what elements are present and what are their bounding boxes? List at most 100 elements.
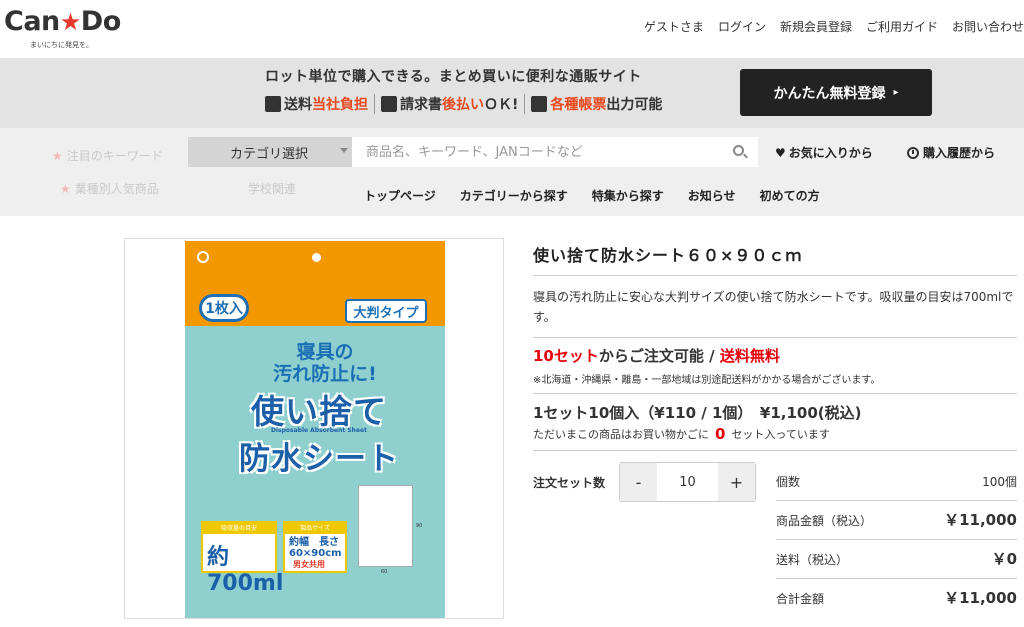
free-register-button[interactable]: かんたん無料登録 ▸ — [740, 69, 932, 116]
size-badge: 大判タイプ — [345, 299, 427, 323]
summary-value: ￥11,000 — [944, 511, 1017, 529]
nav-top-page[interactable]: トップページ — [364, 187, 436, 204]
count-badge: 1枚入 — [199, 294, 249, 322]
product-description: 寝具の汚れ防止に安心な大判サイズの使い捨て防水シートです。吸収量の目安は700m… — [533, 290, 1014, 324]
capacity-box: 吸収量の目安 約700ml — [201, 521, 283, 596]
package-subtitle-1: 寝具の — [296, 341, 354, 363]
main-nav: トップページ カテゴリーから探す 特集から探す お知らせ 初めての方 — [364, 187, 820, 204]
star-icon: ★ — [60, 182, 71, 196]
summary-row-quantity: 個数 100個 — [776, 462, 1017, 501]
logo-tagline: まいにちに発見を。 — [30, 41, 93, 49]
site-header: Can★Do まいにちに発見を。 ゲストさま ログイン 新規会員登録 ご利用ガイ… — [0, 0, 1024, 58]
package-illustration: 1枚入 大判タイプ 寝具の 汚れ防止に! 使い捨て Disposable Abs… — [185, 241, 445, 618]
document-icon — [531, 96, 548, 112]
guest-label: ゲストさま — [643, 20, 704, 34]
size-value-1: 約幅 長さ — [289, 537, 339, 548]
feature-forms-value: 出力可能 — [606, 97, 663, 113]
hang-hole — [312, 253, 321, 262]
package-subtitle: 寝具の 汚れ防止に! — [225, 341, 425, 385]
banner-features: 送料 当社負担 請求書 後払い ＯＫ! 各種帳票 出力可能 — [265, 94, 662, 114]
package-title-2: 防水シート — [239, 441, 399, 477]
cart-note-post: セット入っています — [731, 428, 830, 441]
nav-features[interactable]: 特集から探す — [592, 187, 664, 204]
search-input[interactable] — [352, 137, 758, 167]
logo-text-left: Can — [4, 6, 60, 37]
ghost-keyword-link: ★ 注目のキーワード — [52, 147, 163, 164]
feature-invoice-ok: ＯＫ! — [484, 97, 519, 113]
summary-row-shipping: 送料（税込） ￥0 — [776, 540, 1017, 579]
register-label: かんたん無料登録 — [773, 85, 886, 102]
nav-category[interactable]: カテゴリーから探す — [460, 187, 568, 204]
cart-count: 0 — [715, 425, 726, 443]
product-title: 使い捨て防水シート６０×９０ｃｍ — [533, 246, 803, 265]
free-shipping-label: 送料無料 — [719, 347, 780, 365]
feature-invoice-label: 請求書 — [400, 97, 442, 113]
summary-row-total: 合計金額 ￥11,000 — [776, 579, 1017, 618]
nav-news[interactable]: お知らせ — [688, 187, 736, 204]
site-logo[interactable]: Can★Do — [4, 6, 121, 37]
quantity-input[interactable] — [657, 463, 718, 501]
size-value-2: 60×90cm — [289, 548, 342, 559]
capacity-head: 吸収量の目安 — [203, 523, 275, 534]
summary-value: 100個 — [982, 475, 1017, 489]
nav-first-time[interactable]: 初めての方 — [760, 187, 820, 204]
shipping-note: ※北海道・沖縄県・離島・一部地域は別途配送料がかかる場合がございます。 — [533, 375, 881, 386]
sheet-diagram — [358, 485, 413, 567]
banner-headline: ロット単位で購入できる。まとめ買いに便利な通販サイト — [265, 69, 642, 85]
size-value: 約幅 長さ 60×90cm — [289, 537, 342, 559]
star-icon: ★ — [52, 149, 63, 163]
purchase-history-link[interactable]: 購入履歴から — [907, 144, 995, 161]
category-select-label: カテゴリ選択 — [230, 146, 309, 162]
logo-text-right: Do — [80, 6, 121, 37]
favorites-label: お気に入りから — [788, 146, 873, 160]
summary-value: ￥0 — [991, 550, 1017, 568]
search-bar: ★注目のキーワード ★業種別人気商品 学校関連 カテゴリ選択 ♥ お気に入りから… — [0, 128, 1024, 216]
top-nav: ゲストさま ログイン 新規会員登録 ご利用ガイド お問い合わせ — [644, 18, 1024, 35]
ghost-popular-link: ★ 業種別人気商品 — [60, 180, 159, 197]
caret-down-icon — [340, 148, 348, 153]
star-icon: ★ — [59, 8, 82, 36]
feature-shipping-value: 当社負担 — [312, 97, 368, 113]
divider — [533, 393, 1017, 394]
summary-row-subtotal: 商品金額（税込） ￥11,000 — [776, 501, 1017, 540]
qty-label: 注文セット数 — [533, 476, 606, 490]
truck-icon — [265, 96, 281, 112]
decrement-button[interactable]: - — [620, 463, 657, 501]
min-order-line: 10セットからご注文可能 / 送料無料 — [533, 345, 780, 366]
ghost-popular-label: 業種別人気商品 — [74, 182, 159, 196]
cart-note-pre: ただいまこの商品はお買い物かごに — [533, 428, 709, 441]
divider — [533, 275, 1017, 276]
capacity-value: 約700ml — [207, 545, 284, 596]
cart-status: ただいまこの商品はお買い物かごに 0 セット入っています — [533, 425, 830, 443]
guide-link[interactable]: ご利用ガイド — [866, 18, 938, 35]
price-summary: 個数 100個 商品金額（税込） ￥11,000 送料（税込） ￥0 合計金額 … — [776, 462, 1017, 618]
increment-button[interactable]: + — [718, 463, 755, 501]
signup-link[interactable]: 新規会員登録 — [780, 18, 852, 35]
favorites-link[interactable]: ♥ お気に入りから — [775, 144, 873, 161]
min-order-text: からご注文可能 / — [598, 347, 720, 365]
ghost-school-link: 学校関連 — [248, 182, 297, 196]
size-head: 製品サイズ — [285, 523, 345, 534]
feature-forms-label: 各種帳票 — [550, 97, 607, 113]
contact-link[interactable]: お問い合わせ — [952, 18, 1024, 35]
summary-key: 送料（税込） — [776, 553, 849, 567]
summary-key: 個数 — [776, 475, 801, 489]
ghost-keyword-label: 注目のキーワード — [66, 149, 163, 163]
login-link[interactable]: ログイン — [718, 18, 766, 35]
summary-key: 合計金額 — [776, 592, 825, 606]
package-subtitle-2: 汚れ防止に! — [273, 363, 377, 385]
unisex-label: 男女共用 — [293, 560, 325, 569]
summary-value: ￥11,000 — [944, 589, 1017, 607]
divider — [524, 94, 526, 114]
brand-icon — [197, 251, 209, 263]
min-order-sets: 10セット — [533, 347, 599, 365]
heart-icon: ♥ — [775, 145, 786, 160]
product-image[interactable]: 1枚入 大判タイプ 寝具の 汚れ防止に! 使い捨て Disposable Abs… — [124, 238, 504, 619]
search-icon[interactable] — [733, 145, 744, 156]
feature-invoice-value: 後払い — [442, 97, 484, 113]
sheet-width-label: 60 — [381, 569, 388, 575]
chevron-right-icon: ▸ — [893, 87, 899, 98]
divider — [533, 337, 1017, 338]
category-select[interactable]: カテゴリ選択 — [188, 137, 352, 167]
history-icon — [907, 146, 919, 159]
